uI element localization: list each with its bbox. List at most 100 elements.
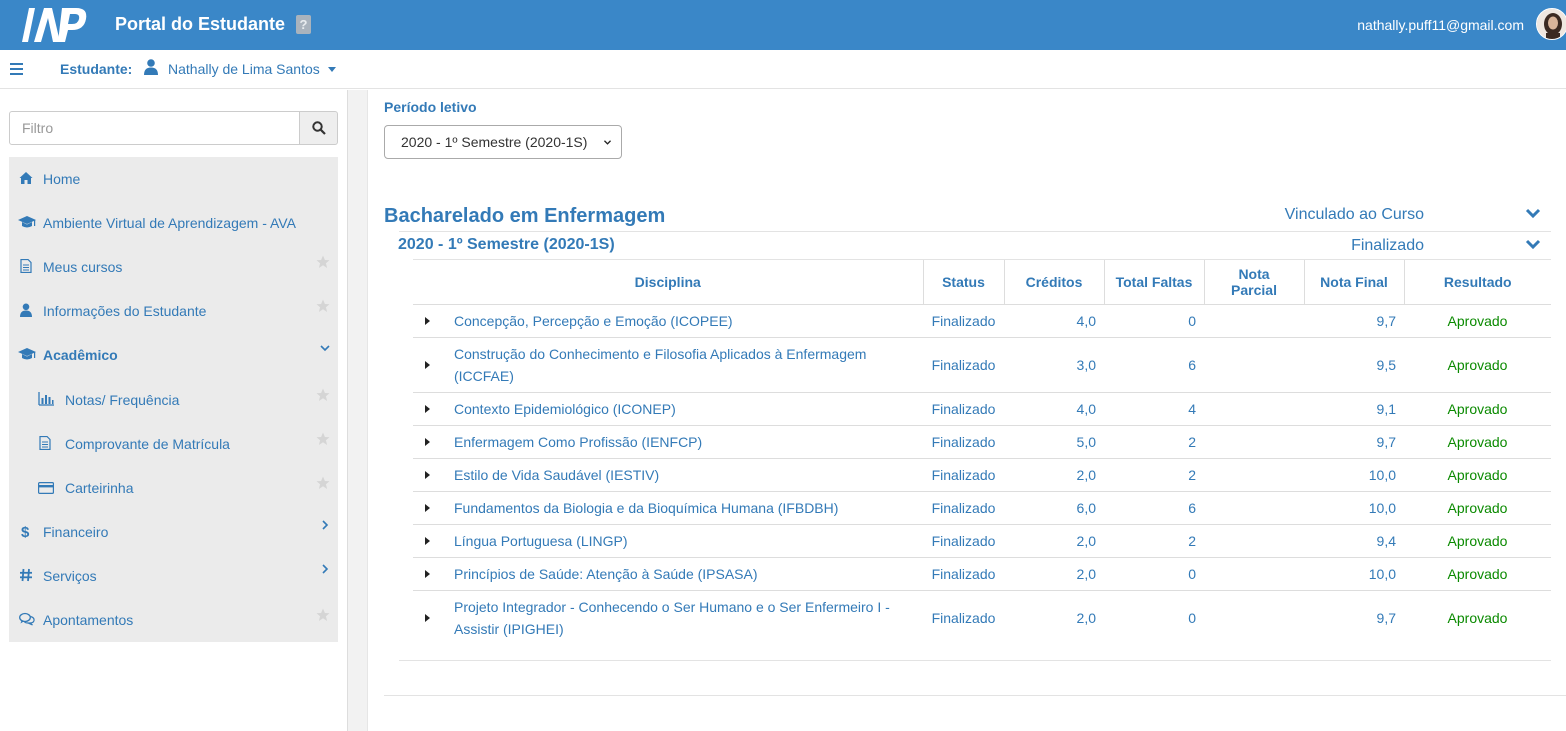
- sidebar-item-label: Notas/ Frequência: [65, 392, 180, 408]
- sidebar-item-meus-cursos[interactable]: Meus cursos: [9, 245, 338, 289]
- sidebar-item-informacoes[interactable]: Informações do Estudante: [9, 289, 338, 333]
- col-header-nota-final[interactable]: Nota Final: [1303, 260, 1404, 305]
- nota-parcial-cell: [1204, 589, 1304, 645]
- expand-arrow-icon[interactable]: [425, 536, 430, 545]
- star-icon[interactable]: [316, 432, 330, 446]
- disciplina-cell: Enfermagem Como Profissão (IENFCP): [445, 424, 923, 458]
- sidebar-item-comprovante-matricula[interactable]: Comprovante de Matrícula: [9, 422, 338, 466]
- sidebar-item-servicos[interactable]: Serviços: [9, 554, 338, 598]
- sidebar-item-academico[interactable]: Acadêmico: [9, 333, 338, 377]
- disciplina-name: Contexto Epidemiológico (ICONEP): [454, 400, 676, 417]
- nota-parcial-cell: [1204, 556, 1304, 590]
- col-header-resultado[interactable]: Resultado: [1403, 260, 1551, 305]
- expand-cell[interactable]: [413, 336, 445, 392]
- chevron-right-icon[interactable]: [320, 564, 330, 574]
- expand-arrow-icon[interactable]: [425, 569, 430, 578]
- expand-cell[interactable]: [413, 589, 445, 645]
- student-label: Estudante:: [60, 61, 133, 77]
- avatar[interactable]: [1536, 8, 1566, 40]
- table-row[interactable]: Contexto Epidemiológico (ICONEP) Finaliz…: [413, 391, 1551, 425]
- expand-arrow-icon[interactable]: [425, 470, 430, 479]
- student-dropdown-caret-icon[interactable]: [328, 67, 336, 72]
- periodo-selected-value: 2020 - 1º Semestre (2020-1S): [401, 134, 588, 150]
- student-name[interactable]: Nathally de Lima Santos: [168, 61, 320, 77]
- credit-card-icon: [38, 482, 54, 494]
- expand-arrow-icon[interactable]: [425, 360, 430, 369]
- table-row[interactable]: Princípios de Saúde: Atenção à Saúde (IP…: [413, 556, 1551, 590]
- periodo-select[interactable]: 2020 - 1º Semestre (2020-1S): [384, 125, 622, 159]
- nota-parcial-cell: [1204, 336, 1304, 392]
- star-icon[interactable]: [316, 388, 330, 402]
- search-icon: [312, 121, 326, 135]
- sidebar-item-notas-frequencia[interactable]: Notas/ Frequência: [9, 378, 338, 422]
- disciplina-cell: Fundamentos da Biologia e da Bioquímica …: [445, 490, 923, 524]
- sidebar-resize-gutter[interactable]: [348, 90, 368, 731]
- sidebar-item-label: Apontamentos: [43, 612, 134, 628]
- faltas-cell: 0: [1104, 589, 1204, 645]
- user-email[interactable]: nathally.puff11@gmail.com: [1357, 17, 1524, 33]
- expand-cell[interactable]: [413, 303, 445, 337]
- semester-title: 2020 - 1º Semestre (2020-1S): [398, 236, 615, 253]
- disciplina-name-cont: (ICCFAE): [454, 367, 514, 384]
- divider: [384, 695, 1566, 696]
- expand-cell[interactable]: [413, 391, 445, 425]
- filter-input[interactable]: [9, 111, 300, 145]
- table-row[interactable]: Projeto Integrador - Conhecendo o Ser Hu…: [413, 589, 1551, 645]
- sidebar-item-home[interactable]: Home: [9, 157, 338, 201]
- disciplina-name: Princípios de Saúde: Atenção à Saúde (IP…: [454, 565, 758, 582]
- resultado-cell: Aprovado: [1404, 556, 1551, 590]
- expand-arrow-icon[interactable]: [425, 437, 430, 446]
- expand-cell[interactable]: [413, 424, 445, 458]
- creditos-cell: 4,0: [1004, 391, 1104, 425]
- table-row[interactable]: Construção do Conhecimento e Filosofia A…: [413, 336, 1551, 392]
- col-header-disciplina[interactable]: Disciplina: [413, 260, 923, 305]
- chevron-down-icon[interactable]: [1525, 238, 1541, 250]
- chevron-down-icon[interactable]: [320, 343, 330, 353]
- expand-cell[interactable]: [413, 523, 445, 557]
- expand-arrow-icon[interactable]: [425, 404, 430, 413]
- expand-arrow-icon[interactable]: [425, 316, 430, 325]
- nota-parcial-cell: [1204, 523, 1304, 557]
- sidebar-item-financeiro[interactable]: $ Financeiro: [9, 510, 338, 554]
- col-header-creditos[interactable]: Créditos: [1003, 260, 1104, 305]
- disciplina-name: Construção do Conhecimento e Filosofia A…: [454, 345, 867, 362]
- portal-title: Portal do Estudante: [115, 14, 286, 34]
- nota-final-cell: 9,4: [1304, 523, 1404, 557]
- expand-arrow-icon[interactable]: [425, 503, 430, 512]
- status-cell: Finalizado: [923, 523, 1004, 557]
- iap-logo[interactable]: [22, 8, 88, 42]
- col-header-status[interactable]: Status: [922, 260, 1004, 305]
- expand-cell[interactable]: [413, 490, 445, 524]
- star-icon[interactable]: [316, 255, 330, 269]
- hamburger-menu-icon[interactable]: [10, 63, 23, 75]
- table-row[interactable]: Fundamentos da Biologia e da Bioquímica …: [413, 490, 1551, 524]
- star-icon[interactable]: [316, 476, 330, 490]
- col-header-nota-parcial[interactable]: Nota Parcial: [1203, 260, 1304, 305]
- chevron-down-icon[interactable]: [1525, 207, 1541, 219]
- col-header-total-faltas[interactable]: Total Faltas: [1103, 260, 1204, 305]
- status-cell: Finalizado: [923, 424, 1004, 458]
- table-row[interactable]: Língua Portuguesa (LINGP) Finalizado 2,0…: [413, 523, 1551, 557]
- table-row[interactable]: Estilo de Vida Saudável (IESTIV) Finaliz…: [413, 457, 1551, 491]
- sidebar-item-carteirinha[interactable]: Carteirinha: [9, 466, 338, 510]
- star-icon[interactable]: [316, 608, 330, 622]
- expand-cell[interactable]: [413, 457, 445, 491]
- help-icon[interactable]: ?: [296, 15, 311, 34]
- creditos-cell: 2,0: [1004, 457, 1104, 491]
- course-status: Vinculado ao Curso: [1284, 206, 1424, 223]
- sidebar-item-apontamentos[interactable]: Apontamentos: [9, 598, 338, 642]
- resultado-cell: Aprovado: [1404, 303, 1551, 337]
- expand-arrow-icon[interactable]: [425, 613, 430, 622]
- status-cell: Finalizado: [923, 589, 1004, 645]
- divider: [399, 660, 1551, 661]
- filter-search-button[interactable]: [299, 111, 338, 145]
- table-row[interactable]: Enfermagem Como Profissão (IENFCP) Final…: [413, 424, 1551, 458]
- faltas-cell: 2: [1104, 523, 1204, 557]
- chevron-right-icon[interactable]: [320, 520, 330, 530]
- disciplina-cell: Estilo de Vida Saudável (IESTIV): [445, 457, 923, 491]
- sidebar-item-ava[interactable]: Ambiente Virtual de Aprendizagem - AVA: [9, 201, 338, 245]
- star-icon[interactable]: [316, 299, 330, 313]
- expand-cell[interactable]: [413, 556, 445, 590]
- nota-parcial-cell: [1204, 391, 1304, 425]
- table-row[interactable]: Concepção, Percepção e Emoção (ICOPEE) F…: [413, 303, 1551, 337]
